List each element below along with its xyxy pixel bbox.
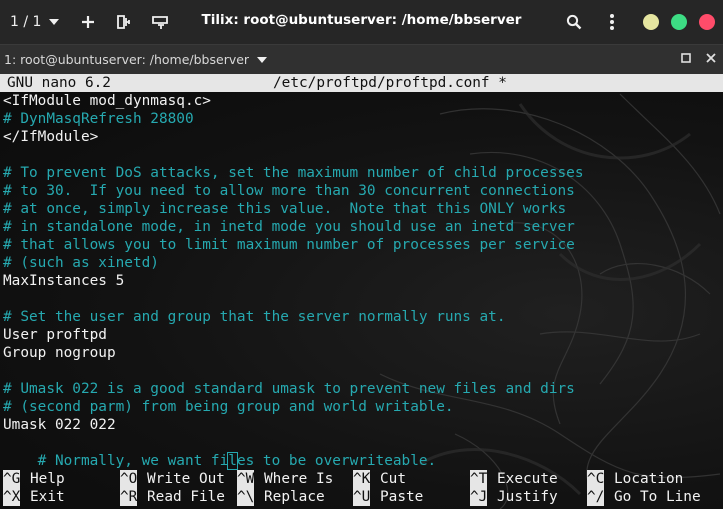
editor-line[interactable]: <IfModule mod_dynmasq.c> — [3, 92, 211, 110]
editor-line[interactable]: MaxInstances 5 — [3, 272, 124, 290]
text-cursor: l — [227, 452, 238, 470]
split-right-icon[interactable] — [112, 11, 134, 33]
shortcut-key: ^U — [353, 488, 371, 506]
editor-line[interactable]: Group nogroup — [3, 344, 116, 362]
shortcut-key: ^K — [353, 470, 371, 488]
shortcut-label: Justify — [497, 489, 558, 505]
shortcut-key: ^W — [237, 470, 255, 488]
chevron-down-icon — [49, 19, 60, 25]
editor-line[interactable]: # To prevent DoS attacks, set the maximu… — [3, 164, 583, 182]
shortcut-label: Location — [614, 471, 684, 487]
shortcut-key: ^X — [3, 488, 21, 506]
editor-line[interactable]: Umask 022 022 — [3, 416, 116, 434]
shortcut-label: Help — [30, 471, 65, 487]
tilix-header-bar: 1 / 1 Tilix: root@ubuntuserver: /home/bb… — [0, 0, 723, 44]
shortcut-label: Exit — [30, 489, 65, 505]
shortcut-key: ^C — [587, 470, 605, 488]
editor-line[interactable]: </IfModule> — [3, 128, 98, 146]
shortcut-label: Read File — [147, 489, 225, 505]
editor-line[interactable]: # to 30. If you need to allow more than … — [3, 182, 575, 200]
shortcut-key: ^R — [120, 488, 138, 506]
shortcut-label: Cut — [380, 471, 406, 487]
editor-line[interactable]: # (second parm) from being group and wor… — [3, 398, 454, 416]
session-counter: 1 / 1 — [10, 14, 42, 30]
session-switcher[interactable]: 1 / 1 — [10, 10, 60, 34]
maximize-terminal-icon[interactable] — [679, 53, 693, 67]
editor-line[interactable]: # Umask 022 is a good standard umask to … — [3, 380, 575, 398]
shortcut-label: Replace — [264, 489, 325, 505]
editor-line[interactable]: # at once, simply increase this value. N… — [3, 200, 566, 218]
search-icon[interactable] — [563, 11, 585, 33]
close-button[interactable] — [699, 14, 715, 30]
shortcut-key: ^O — [120, 470, 138, 488]
kebab-menu-icon[interactable] — [601, 11, 623, 33]
nano-title-bar: GNU nano 6.2 /etc/proftpd/proftpd.conf * — [0, 74, 723, 92]
shortcut-key: ^\ — [237, 488, 255, 506]
split-down-icon[interactable] — [149, 11, 171, 33]
terminal-title-bar: 1: root@ubuntuserver: /home/bbserver — [0, 44, 723, 74]
shortcut-label: Write Out — [147, 471, 225, 487]
editor-line[interactable]: # that allows you to limit maximum numbe… — [3, 236, 575, 254]
shortcut-key: ^J — [470, 488, 488, 506]
shortcut-label: Where Is — [264, 471, 334, 487]
close-terminal-icon[interactable] — [704, 53, 718, 67]
editor-line-cursor[interactable]: # Normally, we want files to be overwrit… — [3, 434, 436, 470]
editor-line[interactable]: # DynMasqRefresh 28800 — [3, 110, 194, 128]
nano-filename: /etc/proftpd/proftpd.conf * — [273, 75, 507, 91]
terminal-title: 1: root@ubuntuserver: /home/bbserver — [4, 52, 250, 67]
chevron-down-icon — [257, 56, 268, 63]
shortcut-key: ^T — [470, 470, 488, 488]
terminal-title-menu[interactable]: 1: root@ubuntuserver: /home/bbserver — [4, 52, 268, 67]
minimize-button[interactable] — [643, 14, 659, 30]
shortcut-label: Paste — [380, 489, 424, 505]
shortcut-label: Go To Line — [614, 489, 701, 505]
shortcut-key: ^/ — [587, 488, 605, 506]
shortcut-label: Execute — [497, 471, 558, 487]
cursor-line-before: # Normally, we want fi — [37, 453, 229, 469]
shortcut-key: ^G — [3, 470, 21, 488]
maximize-button[interactable] — [671, 14, 687, 30]
editor-line[interactable]: # in standalone mode, in inetd mode you … — [3, 218, 575, 236]
editor-line[interactable]: # (such as xinetd) — [3, 254, 159, 272]
cursor-line-after: es to be overwriteable. — [236, 453, 437, 469]
editor-line[interactable]: User proftpd — [3, 326, 107, 344]
nano-version: GNU nano 6.2 — [7, 75, 111, 91]
plus-icon[interactable] — [77, 11, 99, 33]
editor-line[interactable]: # Set the user and group that the server… — [3, 308, 506, 326]
terminal-view[interactable]: GNU nano 6.2 /etc/proftpd/proftpd.conf *… — [0, 74, 723, 509]
